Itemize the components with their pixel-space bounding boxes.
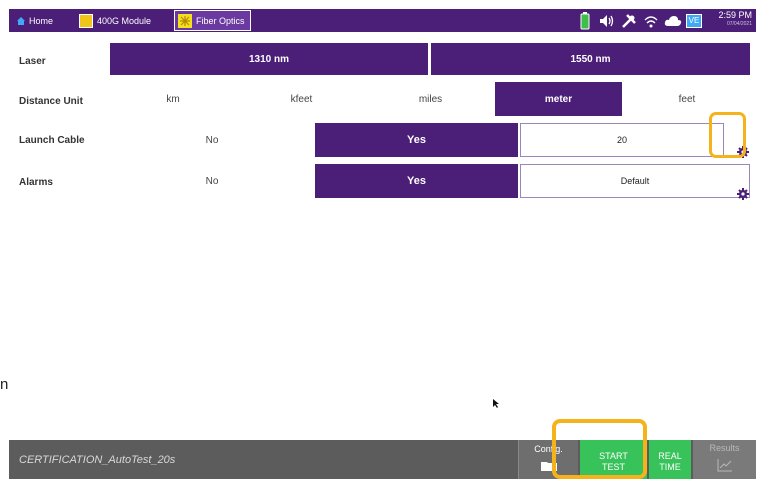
results-button[interactable]: Results — [693, 440, 756, 479]
tab-module-label: 400G Module — [97, 15, 152, 26]
real-time-button[interactable]: REAL TIME — [649, 440, 691, 479]
cropped-text: n — [0, 376, 9, 393]
alarms-threshold-field[interactable]: Default — [520, 164, 750, 198]
highlight-start-annotation — [552, 419, 647, 479]
graph-icon — [717, 458, 733, 474]
battery-icon — [576, 11, 594, 30]
tab-fiber-optics[interactable]: Fiber Optics — [174, 10, 251, 31]
launch-cable-no[interactable]: No — [110, 123, 314, 157]
distance-option-meter[interactable]: meter — [495, 82, 622, 116]
gear-icon[interactable] — [737, 187, 751, 201]
distance-option-kfeet[interactable]: kfeet — [238, 82, 365, 116]
clock-date: 07/04/2021 — [726, 21, 752, 27]
distance-unit-label: Distance Unit — [19, 96, 83, 107]
wifi-icon[interactable] — [642, 12, 660, 30]
top-bar: Home 400G Module Fiber Optics VE 2:59 PM… — [9, 9, 756, 32]
status-icons: VE — [576, 11, 702, 30]
fiber-icon — [178, 13, 192, 28]
highlight-gear-annotation — [709, 112, 746, 158]
speaker-icon[interactable] — [598, 12, 616, 30]
mouse-cursor-icon — [493, 399, 499, 408]
tab-home[interactable]: Home — [12, 10, 70, 31]
alarms-no[interactable]: No — [110, 164, 314, 198]
laser-option-1310[interactable]: 1310 nm — [110, 43, 428, 75]
tab-400g-module[interactable]: 400G Module — [79, 10, 171, 31]
remote-label: VE — [688, 16, 700, 25]
distance-option-km[interactable]: km — [110, 82, 236, 116]
real-time-line-2: TIME — [659, 462, 681, 472]
results-button-label: Results — [709, 443, 740, 453]
remote-icon[interactable]: VE — [686, 13, 702, 28]
clock-time: 2:59 PM — [718, 10, 752, 20]
real-time-line-1: REAL — [658, 451, 682, 461]
device-screen: Home 400G Module Fiber Optics VE 2:59 PM… — [9, 9, 756, 479]
laser-label: Laser — [19, 56, 46, 67]
clock: 2:59 PM 07/04/2021 — [706, 11, 752, 29]
module-icon — [79, 13, 93, 28]
laser-option-1550[interactable]: 1550 nm — [431, 43, 750, 75]
tools-icon[interactable] — [620, 12, 638, 30]
cloud-icon[interactable] — [664, 12, 682, 30]
launch-cable-length-field[interactable]: 20 — [520, 123, 724, 157]
home-icon — [16, 16, 26, 26]
alarms-label: Alarms — [19, 177, 53, 188]
tab-home-label: Home — [29, 15, 54, 26]
test-name: CERTIFICATION_AutoTest_20s — [19, 454, 176, 466]
launch-cable-label: Launch Cable — [19, 135, 85, 146]
distance-option-feet[interactable]: feet — [624, 82, 750, 116]
tab-fiber-label: Fiber Optics — [196, 15, 245, 26]
distance-option-miles[interactable]: miles — [367, 82, 494, 116]
alarms-yes[interactable]: Yes — [315, 164, 518, 198]
launch-cable-yes[interactable]: Yes — [315, 123, 518, 157]
